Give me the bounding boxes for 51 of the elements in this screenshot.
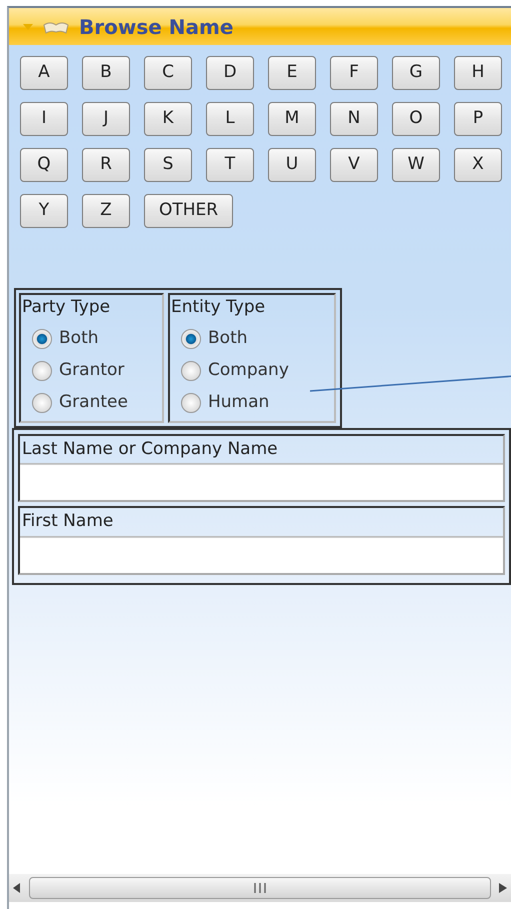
- scrollbar-thumb[interactable]: [29, 877, 491, 899]
- letter-button[interactable]: L: [206, 102, 254, 136]
- letter-button[interactable]: A: [20, 56, 68, 90]
- letter-button[interactable]: W: [392, 148, 440, 182]
- radio-option[interactable]: Grantee: [22, 386, 160, 418]
- book-icon: [43, 20, 69, 34]
- letter-button[interactable]: O: [392, 102, 440, 136]
- letter-button[interactable]: E: [268, 56, 316, 90]
- letter-button[interactable]: S: [144, 148, 192, 182]
- grip-icon: [254, 883, 266, 893]
- radio-icon[interactable]: [181, 392, 201, 412]
- scroll-left-icon[interactable]: [13, 883, 21, 893]
- collapse-icon[interactable]: [23, 24, 33, 30]
- horizontal-scrollbar[interactable]: [9, 874, 511, 902]
- letter-button[interactable]: H: [454, 56, 502, 90]
- text-field[interactable]: [20, 464, 503, 500]
- letter-button[interactable]: B: [82, 56, 130, 90]
- radio-option[interactable]: Grantor: [22, 354, 160, 386]
- letter-button[interactable]: I: [20, 102, 68, 136]
- radio-icon[interactable]: [32, 392, 52, 412]
- text-field[interactable]: [20, 536, 503, 572]
- radio-icon[interactable]: [181, 328, 201, 348]
- letter-button[interactable]: T: [206, 148, 254, 182]
- letter-button[interactable]: P: [454, 102, 502, 136]
- letter-button[interactable]: V: [330, 148, 378, 182]
- letter-button[interactable]: J: [82, 102, 130, 136]
- letter-button[interactable]: Z: [82, 194, 130, 228]
- radio-icon[interactable]: [181, 360, 201, 380]
- group-title: Party Type: [22, 296, 112, 319]
- radio-option[interactable]: Company: [171, 354, 332, 386]
- letter-button[interactable]: D: [206, 56, 254, 90]
- letter-button[interactable]: N: [330, 102, 378, 136]
- letter-button[interactable]: C: [144, 56, 192, 90]
- letter-button[interactable]: Q: [20, 148, 68, 182]
- radio-option[interactable]: Human: [171, 386, 332, 418]
- letter-button[interactable]: OTHER: [144, 194, 234, 228]
- radio-option[interactable]: Both: [22, 322, 160, 354]
- scroll-right-icon[interactable]: [499, 883, 507, 893]
- letter-button[interactable]: X: [454, 148, 502, 182]
- letter-button[interactable]: R: [82, 148, 130, 182]
- letter-button[interactable]: K: [144, 102, 192, 136]
- letter-button[interactable]: M: [268, 102, 316, 136]
- letter-button[interactable]: Y: [20, 194, 68, 228]
- radio-icon[interactable]: [32, 328, 52, 348]
- letter-button[interactable]: U: [268, 148, 316, 182]
- panel-title: Browse Name: [79, 14, 234, 40]
- letter-button[interactable]: G: [392, 56, 440, 90]
- radio-icon[interactable]: [32, 360, 52, 380]
- letter-button[interactable]: F: [330, 56, 378, 90]
- group-title: Entity Type: [171, 296, 266, 319]
- radio-option[interactable]: Both: [171, 322, 332, 354]
